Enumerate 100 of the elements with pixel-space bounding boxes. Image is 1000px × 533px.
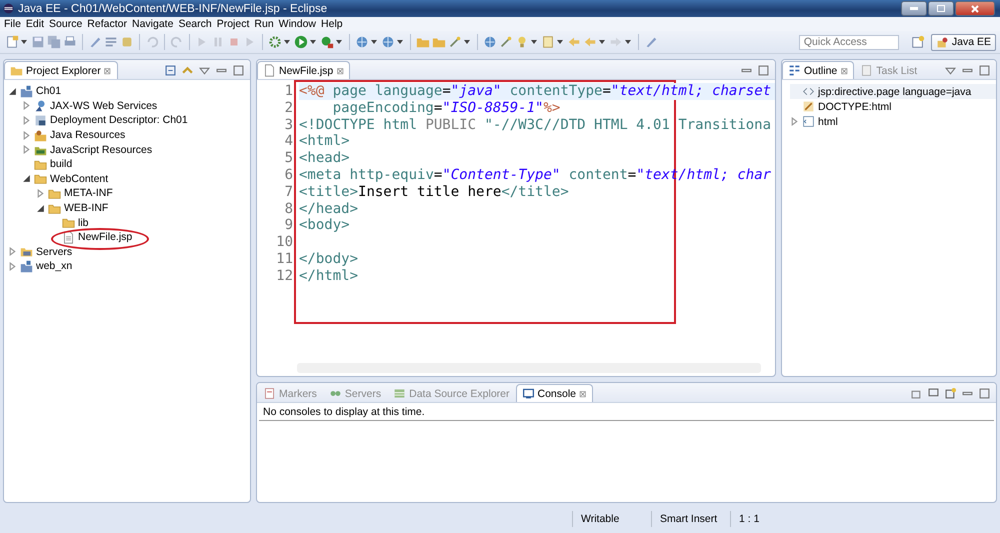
- close-tab-icon[interactable]: ⊠: [840, 66, 848, 76]
- pencil-icon[interactable]: [644, 35, 658, 49]
- play-icon[interactable]: [294, 35, 308, 49]
- run-external-icon[interactable]: [320, 35, 334, 49]
- expand-arrow-icon[interactable]: [8, 262, 17, 271]
- collapse-arrow-icon[interactable]: [8, 86, 17, 96]
- maximize-icon[interactable]: [233, 65, 244, 76]
- menu-item[interactable]: Source: [49, 18, 88, 30]
- wand-icon[interactable]: [499, 35, 513, 49]
- app-icon: [2, 2, 15, 15]
- collapse-arrow-icon[interactable]: [36, 204, 45, 213]
- open-perspective-icon[interactable]: [910, 35, 925, 49]
- markers-icon: [263, 387, 276, 400]
- close-tab-icon[interactable]: ⊠: [579, 388, 588, 398]
- tree-item[interactable]: build: [50, 158, 72, 170]
- caret-icon[interactable]: [371, 40, 377, 44]
- minimize-button[interactable]: [901, 1, 927, 16]
- menu-item[interactable]: Help: [321, 18, 348, 30]
- tree-item[interactable]: web_xn: [36, 260, 72, 272]
- close-tab-icon[interactable]: ⊠: [336, 66, 344, 76]
- expand-arrow-icon[interactable]: [36, 188, 45, 198]
- line-number: 4: [284, 133, 293, 150]
- outline-item[interactable]: html: [790, 114, 996, 129]
- descriptor-icon: [34, 114, 47, 127]
- menu-item[interactable]: File: [4, 18, 26, 30]
- tree-item[interactable]: lib: [78, 216, 89, 229]
- angle-brackets-icon: [802, 85, 815, 98]
- new-console-icon[interactable]: [945, 388, 956, 399]
- save-all-icon[interactable]: [47, 35, 61, 49]
- line-number: 5: [284, 150, 293, 167]
- collapse-all-icon[interactable]: [165, 65, 176, 76]
- pencil-icon[interactable]: [88, 35, 102, 49]
- perspective-icon: [936, 36, 949, 48]
- outline-tab[interactable]: Outline ⊠: [782, 61, 854, 79]
- close-button[interactable]: [955, 1, 995, 16]
- menu-item[interactable]: Refactor: [87, 18, 132, 30]
- expand-arrow-icon[interactable]: [8, 247, 17, 256]
- outline-item[interactable]: jsp:directive.page language=java: [790, 84, 996, 99]
- project-explorer-tab[interactable]: Project Explorer ⊠: [4, 61, 118, 79]
- menu-item[interactable]: Navigate: [132, 18, 178, 30]
- tree-item[interactable]: JAX-WS Web Services: [50, 100, 158, 112]
- caret-icon[interactable]: [464, 40, 470, 44]
- caret-icon[interactable]: [21, 40, 27, 44]
- maximize-button[interactable]: [928, 1, 954, 16]
- tree-item[interactable]: WebContent: [50, 172, 108, 185]
- expand-arrow-icon[interactable]: [22, 130, 31, 140]
- caret-icon[interactable]: [336, 40, 342, 44]
- code-line: </html>: [299, 268, 360, 285]
- menu-item[interactable]: Project: [216, 18, 254, 30]
- globe-icon[interactable]: [483, 35, 497, 49]
- caret-icon[interactable]: [625, 40, 631, 44]
- panel-tab[interactable]: Console ⊠: [516, 384, 594, 402]
- close-tab-icon[interactable]: ⊠: [104, 66, 112, 76]
- outline-item[interactable]: DOCTYPE:html: [790, 99, 996, 114]
- maximize-icon[interactable]: [979, 388, 990, 399]
- perspective-button[interactable]: Java EE: [930, 34, 996, 50]
- globe-person-icon: [34, 99, 47, 112]
- tree-item[interactable]: Deployment Descriptor: Ch01: [50, 114, 188, 126]
- menu-item[interactable]: Edit: [26, 18, 50, 30]
- caret-icon[interactable]: [531, 40, 537, 44]
- caret-icon[interactable]: [397, 40, 403, 44]
- caret-icon[interactable]: [599, 40, 605, 44]
- database-icon: [393, 387, 406, 400]
- tree-item[interactable]: META-INF: [64, 187, 113, 200]
- status-field: Smart Insert: [651, 510, 730, 526]
- caret-icon[interactable]: [310, 40, 316, 44]
- line-number: 1: [284, 83, 293, 100]
- list-icon[interactable]: [104, 35, 118, 49]
- editor-tab[interactable]: NewFile.jsp ⊠: [257, 61, 350, 79]
- expand-arrow-icon[interactable]: [790, 117, 799, 126]
- pin-console-icon[interactable]: [911, 388, 922, 399]
- tree-item[interactable]: Servers: [36, 246, 72, 258]
- maximize-icon[interactable]: [758, 65, 769, 76]
- expand-arrow-icon[interactable]: [22, 101, 31, 110]
- gear-icon[interactable]: [268, 35, 282, 49]
- tree-item[interactable]: JavaScript Resources: [50, 144, 152, 156]
- caret-icon[interactable]: [557, 40, 563, 44]
- minimize-icon: [910, 7, 918, 10]
- line-number: 8: [284, 200, 293, 218]
- expand-arrow-icon[interactable]: [22, 145, 31, 154]
- tree-item[interactable]: WEB-INF: [64, 202, 108, 214]
- quick-access-field[interactable]: Quick Access: [798, 34, 899, 50]
- window-title: Java EE - Ch01/WebContent/WEB-INF/NewFile.jsp - Eclipse: [18, 2, 328, 14]
- tree-item[interactable]: Ch01: [36, 85, 62, 98]
- maximize-icon[interactable]: [979, 65, 990, 76]
- tree-item[interactable]: NewFile.jsp: [78, 231, 132, 244]
- menu-item[interactable]: Window: [278, 18, 322, 30]
- view-menu-icon[interactable]: [199, 65, 210, 76]
- code-line: pageEncoding="ISO-8859-1"%>: [332, 100, 562, 117]
- menu-item[interactable]: Run: [254, 18, 279, 30]
- line-number: 12: [275, 268, 293, 285]
- view-menu-icon[interactable]: [945, 65, 956, 76]
- expand-arrow-icon[interactable]: [22, 116, 31, 125]
- tree-item[interactable]: Java Resources: [50, 129, 126, 142]
- menu-item[interactable]: Search: [178, 18, 217, 30]
- project-icon: [20, 84, 33, 98]
- document-icon[interactable]: [5, 35, 19, 49]
- display-console-icon[interactable]: [928, 388, 939, 399]
- collapse-arrow-icon[interactable]: [22, 174, 31, 184]
- caret-icon[interactable]: [284, 40, 290, 44]
